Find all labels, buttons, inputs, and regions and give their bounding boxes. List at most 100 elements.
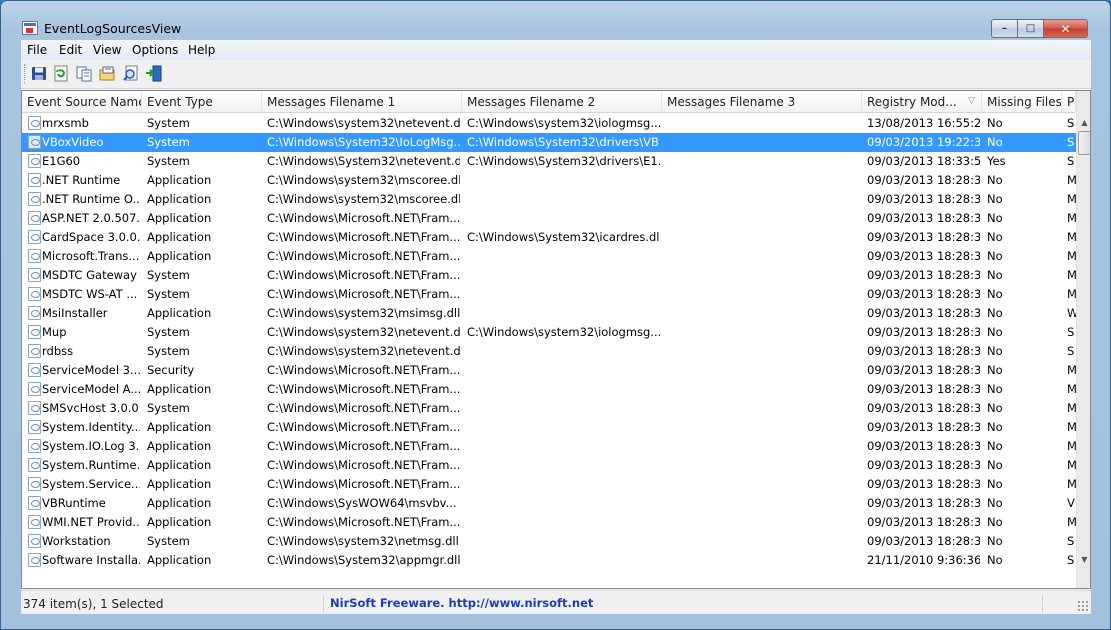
event-source-icon — [28, 477, 41, 491]
title-bar[interactable]: EventLogSourcesView – □ ✕ — [1, 1, 1110, 39]
menu-options[interactable]: Options — [132, 43, 178, 57]
event-source-icon — [28, 515, 41, 529]
cell-registry-modified: 21/11/2010 9:36:36 — [867, 553, 980, 567]
cell-event-type: System — [147, 401, 190, 415]
table-row[interactable]: Microsoft.Trans... Application C:\Windows\… — [22, 247, 1077, 266]
cell-registry-modified: 09/03/2013 18:28:33 — [867, 439, 980, 453]
refresh-button[interactable] — [52, 65, 70, 82]
cell-source-name: .NET Runtime O... — [42, 192, 140, 206]
table-row[interactable]: WMI.NET Provid... Application C:\Windows\M… — [22, 513, 1077, 532]
scroll-down-icon[interactable]: ▼ — [1077, 551, 1090, 568]
toolbar-grip[interactable] — [24, 64, 27, 84]
vertical-scrollbar[interactable]: ▲ ▼ — [1076, 91, 1090, 588]
table-row[interactable]: mrxsmb System C:\Windows\system32\netevent… — [22, 114, 1076, 133]
maximize-button[interactable]: □ — [1018, 19, 1044, 38]
cell-registry-modified: 09/03/2013 18:28:33 — [867, 325, 980, 339]
table-row[interactable]: MSDTC Gateway System C:\Windows\Microsoft.… — [22, 266, 1077, 285]
column-header-registry-modified[interactable]: Registry Mod... ▽ — [862, 91, 982, 113]
table-row[interactable]: System.Runtime... Application C:\Windows\M… — [22, 456, 1077, 475]
cell-event-type: System — [147, 116, 190, 130]
table-row[interactable]: Mup System C:\Windows\system32\netevent.dl… — [22, 323, 1076, 342]
cell-event-type: Application — [147, 249, 212, 263]
table-row[interactable]: E1G60 System C:\Windows\System32\netevent.… — [22, 152, 1076, 171]
event-source-icon — [28, 439, 41, 453]
event-source-icon — [28, 173, 41, 187]
resize-grip[interactable] — [1077, 600, 1089, 612]
table-row[interactable]: ServiceModel 3.... Security C:\Windows\Mic… — [22, 361, 1077, 380]
menu-file[interactable]: File — [27, 43, 47, 57]
cell-missing-files: No — [987, 477, 1003, 491]
cell-messages-file-2: C:\Windows\System32\drivers\E1... — [467, 154, 660, 168]
table-row[interactable]: SMSvcHost 3.0.0.0 System C:\Windows\Micros… — [22, 399, 1077, 418]
column-header-missing-files[interactable]: Missing Files — [982, 91, 1062, 113]
table-row[interactable]: VBRuntime Application C:\Windows\SysWOW64\… — [22, 494, 1076, 513]
cell-messages-file-1: C:\Windows\system32\netmsg.dll — [267, 534, 459, 548]
table-row[interactable]: .NET Runtime Application C:\Windows\system… — [22, 171, 1077, 190]
menu-edit[interactable]: Edit — [59, 43, 82, 57]
exit-button[interactable] — [145, 65, 163, 82]
table-row[interactable]: CardSpace 3.0.0.0 Application C:\Windows\M… — [22, 228, 1077, 247]
menu-view[interactable]: View — [93, 43, 121, 57]
column-header-event-source-name[interactable]: Event Source Name — [22, 91, 142, 113]
event-source-icon — [28, 420, 41, 434]
cell-missing-files: No — [987, 534, 1003, 548]
cell-registry-modified: 09/03/2013 19:22:36 — [867, 135, 980, 149]
cell-source-name: ServiceModel 3.... — [42, 363, 140, 377]
list-header: Event Source Name Event Type Messages Fi… — [22, 91, 1090, 113]
cell-event-type: Application — [147, 439, 212, 453]
sources-list[interactable]: Event Source Name Event Type Messages Fi… — [21, 90, 1091, 589]
table-row[interactable]: MSDTC WS-AT ... System C:\Windows\Microsof… — [22, 285, 1077, 304]
table-row[interactable]: System.Identity... Application C:\Windows\… — [22, 418, 1077, 437]
cell-messages-file-1: C:\Windows\system32\mscoree.dll — [267, 192, 460, 206]
column-header-messages-filename-3[interactable]: Messages Filename 3 — [662, 91, 862, 113]
cell-source-name: Mup — [42, 325, 67, 339]
table-row[interactable]: rdbss System C:\Windows\system32\netevent.… — [22, 342, 1076, 361]
nirsoft-link[interactable]: NirSoft Freeware. http://www.nirsoft.net — [323, 595, 1043, 613]
cell-event-type: Application — [147, 211, 212, 225]
column-header-label: Messages Filename 3 — [667, 95, 796, 109]
menu-help[interactable]: Help — [188, 43, 215, 57]
table-row[interactable]: ASP.NET 2.0.507... Application C:\Windows\… — [22, 209, 1077, 228]
vertical-scroll-thumb[interactable] — [1078, 131, 1090, 155]
app-icon[interactable] — [22, 21, 38, 35]
column-header-messages-filename-2[interactable]: Messages Filename 2 — [462, 91, 662, 113]
cell-source-name: VBoxVideo — [42, 135, 104, 149]
column-header-label: Event Source Name — [27, 95, 142, 109]
table-row[interactable]: MsiInstaller Application C:\Windows\system… — [22, 304, 1077, 323]
table-row[interactable]: ServiceModel A... Application C:\Windows\M… — [22, 380, 1077, 399]
save-button[interactable] — [30, 65, 48, 82]
copy-button[interactable] — [75, 65, 93, 82]
cell-registry-modified: 09/03/2013 18:28:33 — [867, 306, 980, 320]
cell-event-type: Application — [147, 173, 212, 187]
close-button[interactable]: ✕ — [1044, 19, 1088, 38]
event-source-icon — [28, 211, 41, 225]
column-header-messages-filename-1[interactable]: Messages Filename 1 — [262, 91, 462, 113]
cell-source-name: System.IO.Log 3... — [42, 439, 140, 453]
event-source-icon — [28, 249, 41, 263]
minimize-button[interactable]: – — [991, 19, 1018, 38]
cell-messages-file-1: C:\Windows\Microsoft.NET\Fram... — [267, 420, 460, 434]
column-header-label: Registry Mod... — [867, 95, 957, 109]
cell-source-name: MSDTC WS-AT ... — [42, 287, 138, 301]
cell-messages-file-1: C:\Windows\Microsoft.NET\Fram... — [267, 363, 460, 377]
table-row[interactable]: System.Service... Application C:\Windows\M… — [22, 475, 1077, 494]
cell-messages-file-2: C:\Windows\System32\drivers\VB... — [467, 135, 660, 149]
table-row[interactable]: Software Installa... Application C:\Window… — [22, 551, 1076, 570]
save-icon — [32, 67, 46, 80]
event-source-icon — [28, 192, 41, 206]
cell-messages-file-1: C:\Windows\System32\netevent.dll — [267, 154, 460, 168]
column-header-event-type[interactable]: Event Type — [142, 91, 262, 113]
cell-event-type: System — [147, 287, 190, 301]
find-button[interactable] — [122, 65, 140, 82]
column-header-p[interactable]: P — [1062, 91, 1076, 113]
cell-event-type: System — [147, 534, 190, 548]
table-row[interactable]: System.IO.Log 3... Application C:\Windows\… — [22, 437, 1077, 456]
cell-event-type: Application — [147, 306, 212, 320]
cell-registry-modified: 09/03/2013 18:28:33 — [867, 363, 980, 377]
table-row[interactable]: VBoxVideo System C:\Windows\System32\IoLog… — [22, 133, 1076, 152]
cell-registry-modified: 09/03/2013 18:28:33 — [867, 173, 980, 187]
table-row[interactable]: Workstation System C:\Windows\system32\net… — [22, 532, 1076, 551]
properties-button[interactable] — [99, 65, 117, 82]
table-row[interactable]: .NET Runtime O... Application C:\Windows\s… — [22, 190, 1077, 209]
scroll-up-icon[interactable]: ▲ — [1077, 114, 1090, 131]
